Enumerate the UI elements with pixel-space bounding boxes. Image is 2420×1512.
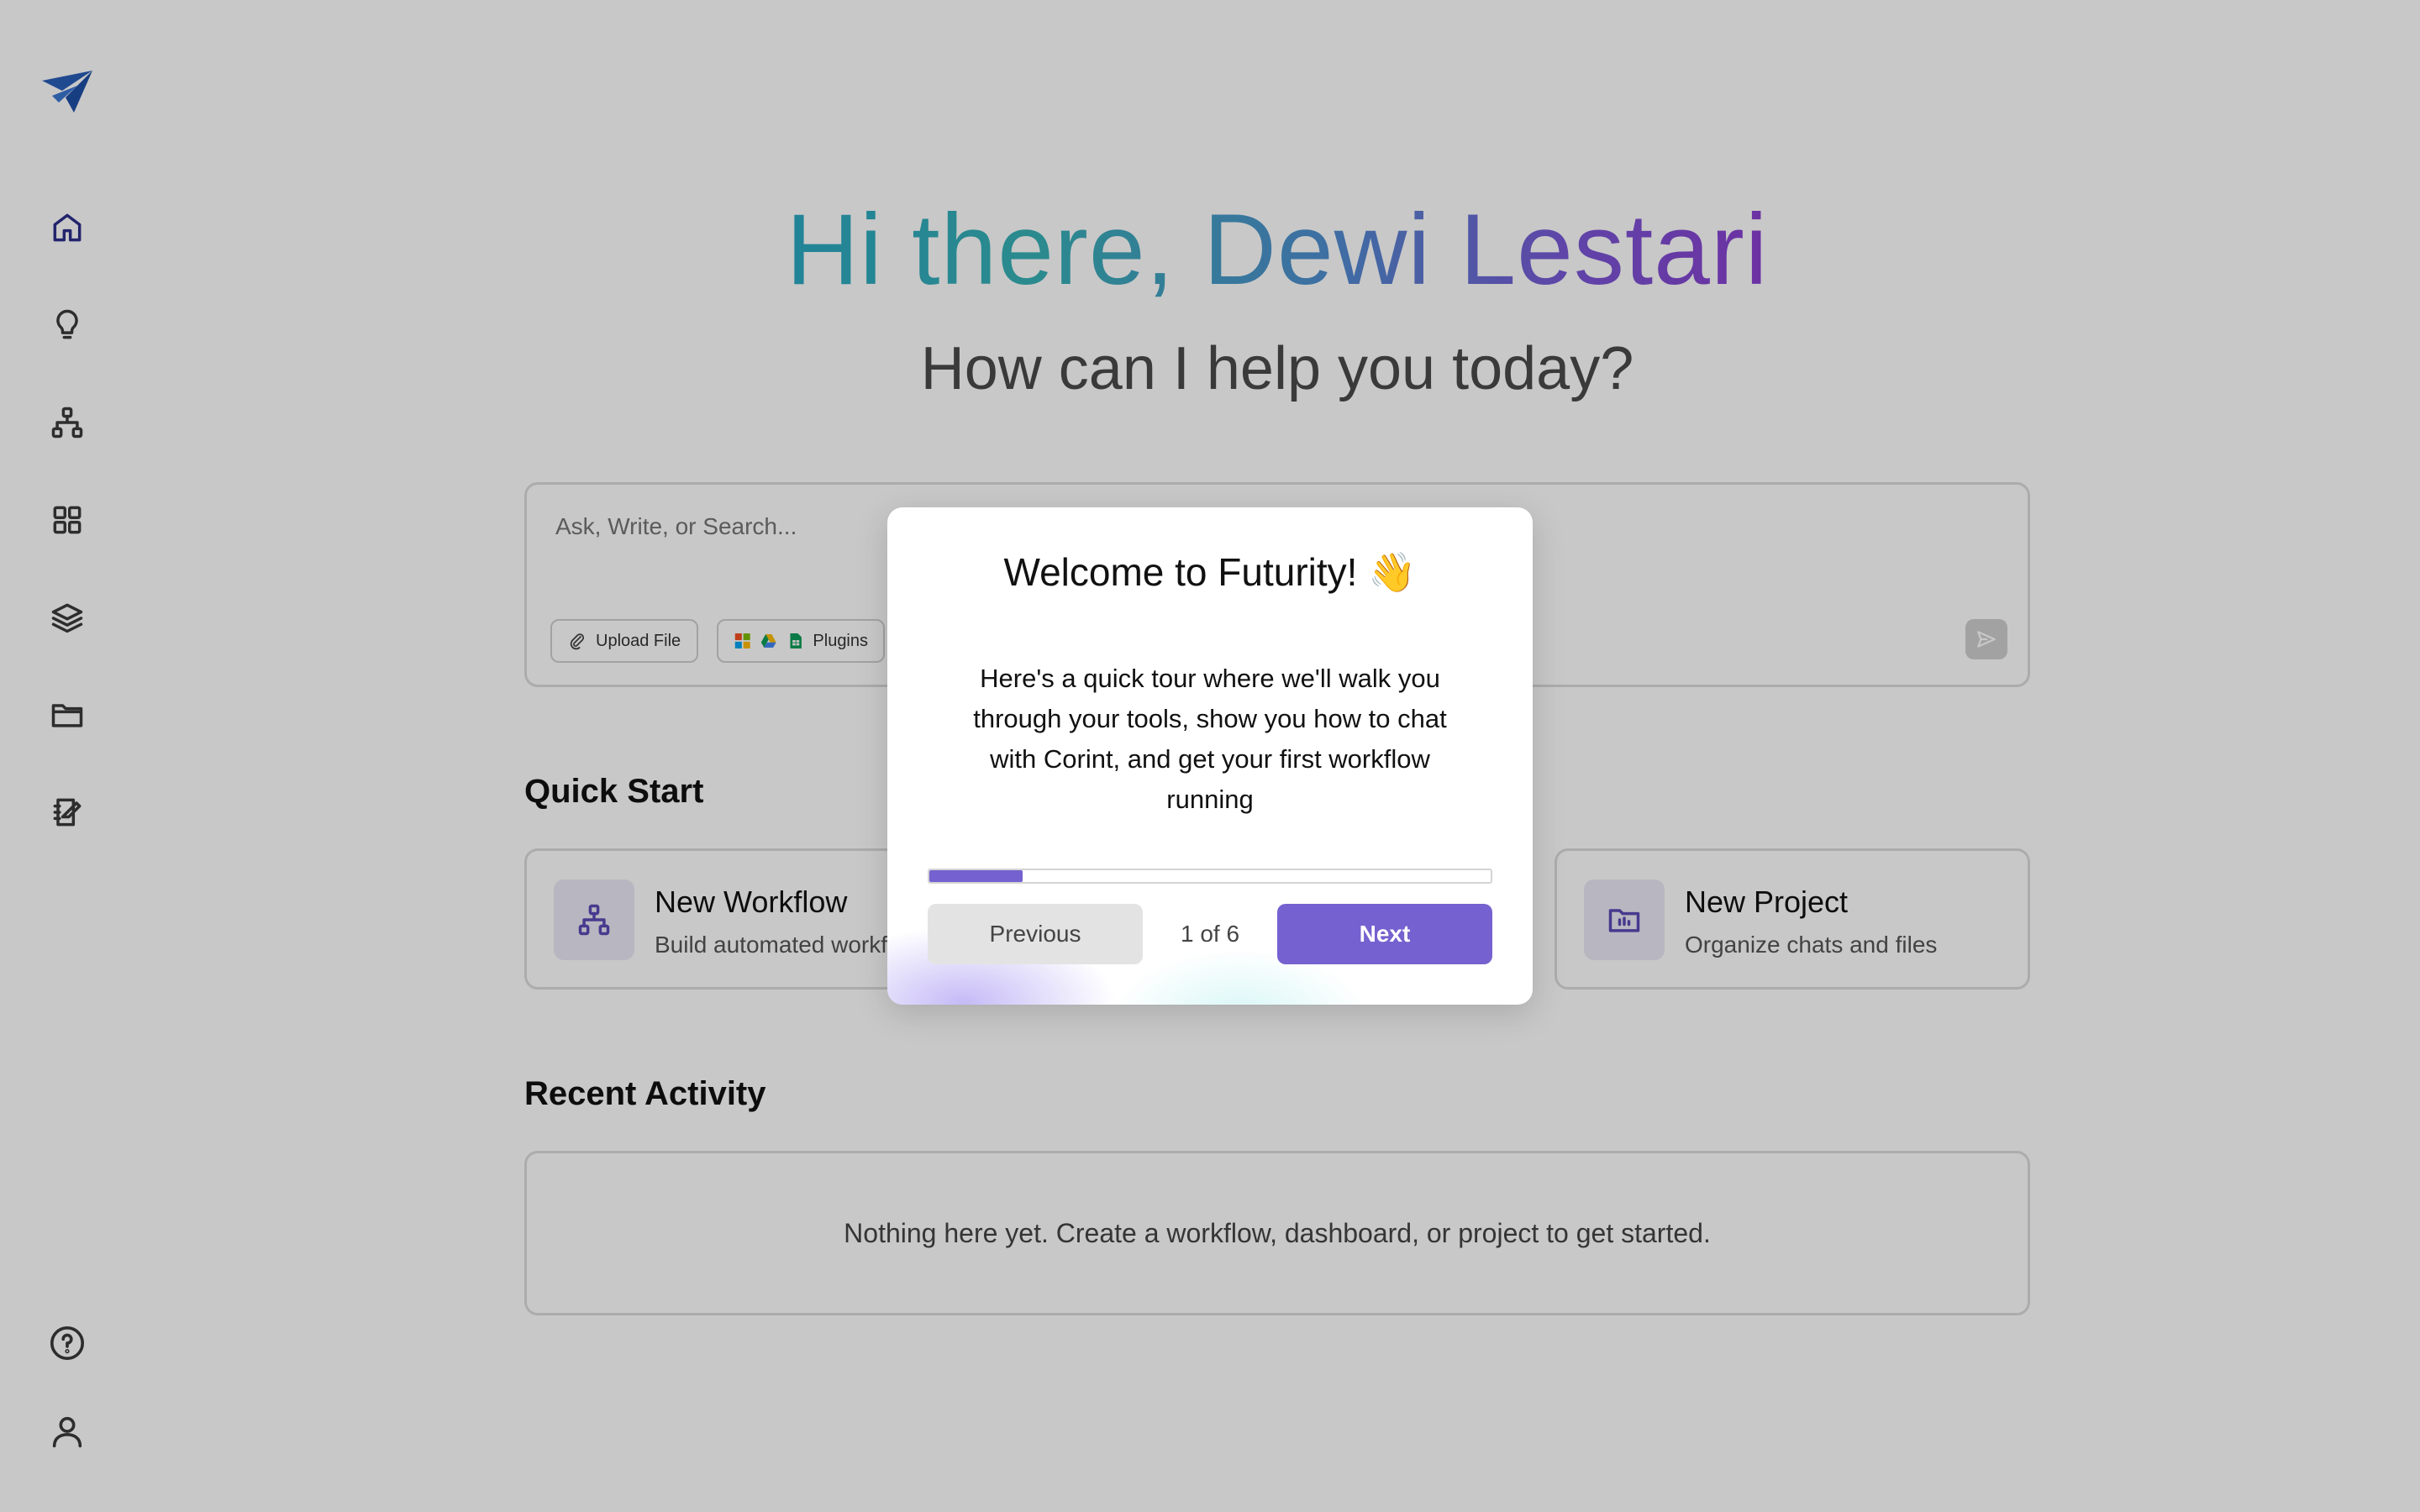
next-button[interactable]: Next xyxy=(1277,904,1492,964)
tour-progress-fill xyxy=(929,870,1023,882)
tour-description: Here's a quick tour where we'll walk you… xyxy=(973,664,1447,814)
tour-title: Welcome to Futurity! 👋 xyxy=(1003,550,1417,594)
step-counter: 1 of 6 xyxy=(1180,921,1240,947)
tour-progress-bar xyxy=(928,869,1492,884)
tour-modal: Welcome to Futurity! 👋 Here's a quick to… xyxy=(887,507,1533,1005)
previous-button[interactable]: Previous xyxy=(928,904,1143,964)
